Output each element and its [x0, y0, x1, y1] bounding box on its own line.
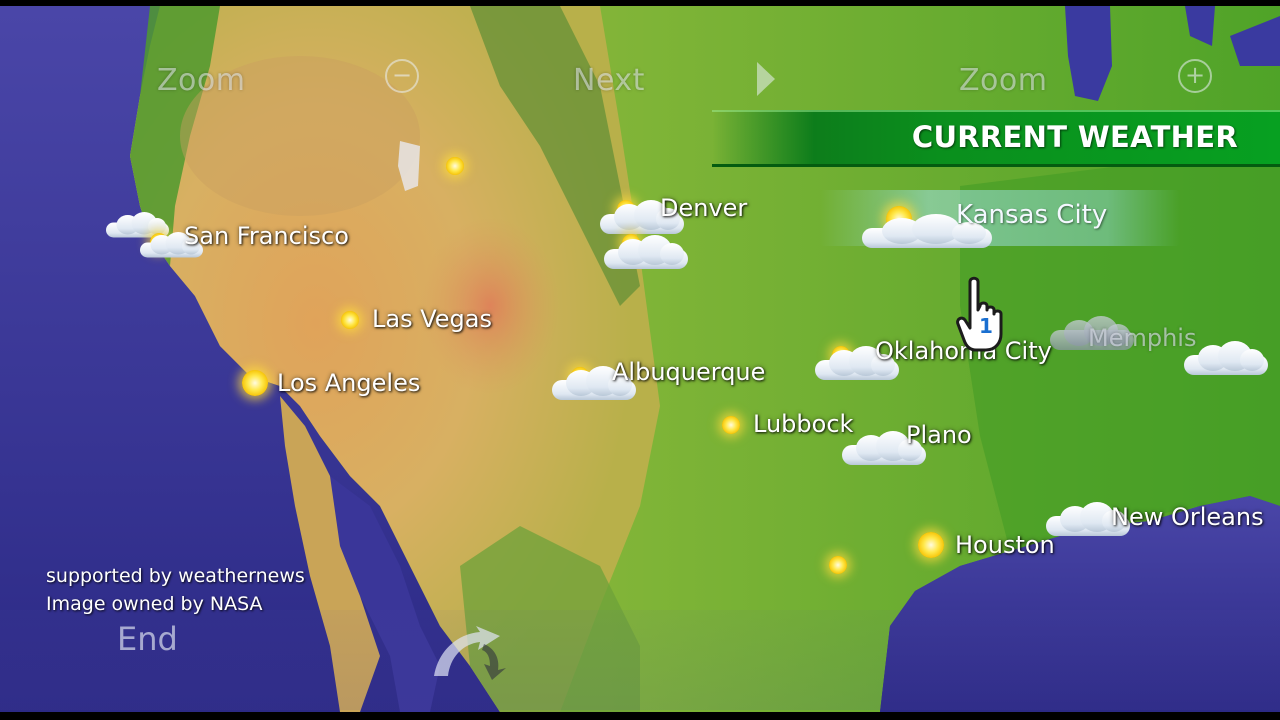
city-label-los-angeles[interactable]: Los Angeles [277, 369, 420, 397]
rotate-globe-icon[interactable] [428, 624, 518, 680]
city-label-denver[interactable]: Denver [660, 194, 747, 222]
cloud-icon [604, 235, 688, 269]
city-label-lubbock[interactable]: Lubbock [753, 410, 853, 438]
next-arrow-icon[interactable] [757, 62, 775, 96]
sun-icon [918, 532, 944, 558]
zoom-out-label[interactable]: Zoom [157, 58, 245, 102]
forecast-channel-screen: Zoom − Next Zoom + CURRENT WEATHER San F… [0, 6, 1280, 712]
city-label-kansas-city[interactable]: Kansas City [956, 200, 1107, 230]
credit-nasa: Image owned by NASA [46, 593, 263, 615]
sun-icon [341, 311, 359, 329]
end-button[interactable]: End [117, 620, 178, 658]
banner-title: CURRENT WEATHER [911, 120, 1238, 154]
zoom-in-label[interactable]: Zoom [959, 58, 1047, 102]
credit-weathernews: supported by weathernews [46, 565, 305, 587]
city-label-new-orleans[interactable]: New Orleans [1111, 503, 1264, 531]
city-label-memphis[interactable]: Memphis [1088, 324, 1196, 352]
next-label[interactable]: Next [573, 58, 645, 102]
current-weather-banner: CURRENT WEATHER [712, 110, 1280, 167]
city-label-plano[interactable]: Plano [906, 421, 972, 449]
city-label-albuquerque[interactable]: Albuquerque [612, 358, 765, 386]
sun-icon [722, 416, 740, 434]
sun-icon [242, 370, 268, 396]
hand-pointer-icon: 1 [956, 276, 1018, 356]
player-number: 1 [979, 314, 993, 338]
city-label-san-francisco[interactable]: San Francisco [184, 222, 349, 250]
city-label-las-vegas[interactable]: Las Vegas [372, 305, 492, 333]
sun-icon [446, 157, 464, 175]
cloud-icon [1184, 341, 1268, 375]
zoom-in-button[interactable]: + [1178, 59, 1212, 93]
zoom-out-button[interactable]: − [385, 59, 419, 93]
sun-icon [829, 556, 847, 574]
city-label-houston[interactable]: Houston [955, 531, 1055, 559]
credits: supported by weathernews Image owned by … [46, 562, 305, 618]
